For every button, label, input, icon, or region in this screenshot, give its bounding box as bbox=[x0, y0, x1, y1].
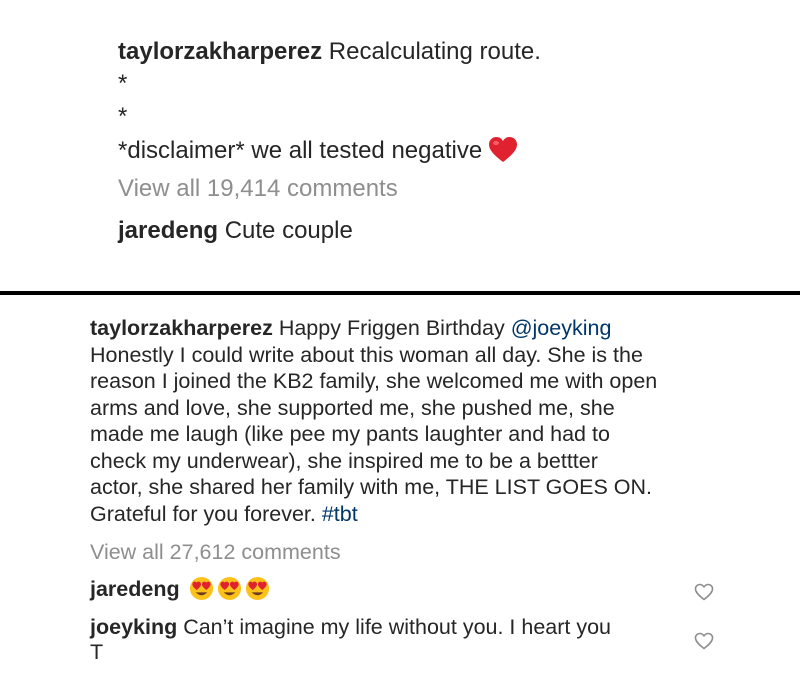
caption-username[interactable]: taylorzakharperez bbox=[118, 38, 322, 65]
like-heart-icon[interactable] bbox=[694, 582, 714, 602]
comment: joeyking Can’t imagine my life without y… bbox=[90, 613, 611, 641]
comment: jaredeng bbox=[90, 575, 270, 603]
caption-line: taylorzakharperez Happy Friggen Birthday… bbox=[90, 315, 680, 342]
caption-line: Grateful for you forever. #tbt bbox=[90, 501, 680, 528]
caption-star: * bbox=[118, 103, 128, 130]
comment-username[interactable]: joeyking bbox=[90, 615, 177, 639]
comment-text-continued: T bbox=[90, 640, 104, 664]
heart-eyes-emoji bbox=[217, 576, 242, 601]
hashtag-link[interactable]: #tbt bbox=[322, 502, 358, 526]
comment-username[interactable]: jaredeng bbox=[118, 217, 218, 244]
top-caption-line1: taylorzakharperez Recalculating route. bbox=[118, 36, 541, 68]
heart-eyes-emoji bbox=[189, 576, 214, 601]
like-heart-icon[interactable] bbox=[694, 631, 714, 651]
caption-line: actor, she shared her family with me, TH… bbox=[90, 475, 652, 499]
comment-text: Can’t imagine my life without you. I hea… bbox=[183, 615, 612, 639]
mention-link[interactable]: @joeyking bbox=[511, 316, 612, 340]
heart-emoji bbox=[488, 136, 518, 164]
comment-username[interactable]: jaredeng bbox=[90, 577, 180, 601]
caption-text: Grateful for you forever. bbox=[90, 501, 316, 526]
caption-username[interactable]: taylorzakharperez bbox=[90, 316, 273, 340]
caption-star: * bbox=[118, 70, 128, 97]
bottom-post-panel: taylorzakharperez Happy Friggen Birthday… bbox=[0, 295, 800, 683]
caption-line: Honestly I could write about this woman … bbox=[90, 342, 643, 367]
heart-eyes-emoji bbox=[245, 576, 270, 601]
view-all-comments-link[interactable]: View all 19,414 comments bbox=[118, 173, 398, 205]
comment-text: Cute couple bbox=[224, 217, 353, 244]
caption-line: made me laugh (like pee my pants laughte… bbox=[90, 422, 610, 446]
caption-line: check my underwear), she inspired me to … bbox=[90, 448, 598, 473]
top-caption-line4: *disclaimer* we all tested negative bbox=[118, 135, 518, 167]
comment: jaredeng Cute couple bbox=[118, 215, 353, 247]
caption-line: reason I joined the KB2 family, she welc… bbox=[90, 369, 658, 393]
bottom-caption: taylorzakharperez Happy Friggen Birthday… bbox=[90, 315, 680, 527]
top-post-panel: taylorzakharperez Recalculating route. *… bbox=[0, 0, 800, 291]
caption-text: Happy Friggen Birthday bbox=[278, 316, 505, 340]
caption-text: Recalculating route. bbox=[328, 38, 541, 65]
view-all-comments-link[interactable]: View all 27,612 comments bbox=[90, 538, 341, 566]
caption-text: *disclaimer* we all tested negative bbox=[118, 137, 483, 164]
caption-line: arms and love, she supported me, she pus… bbox=[90, 395, 615, 420]
